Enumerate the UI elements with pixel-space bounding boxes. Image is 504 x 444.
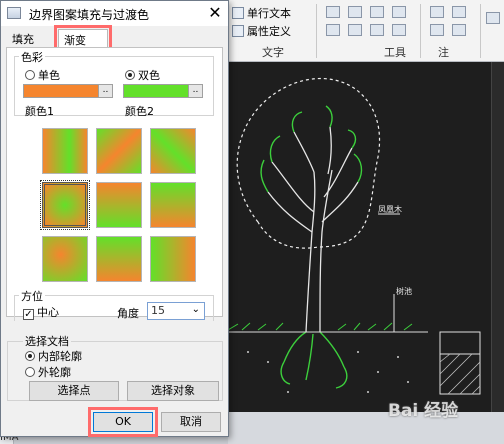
attribute-icon xyxy=(232,25,244,37)
pit-label: 树池 xyxy=(396,286,412,296)
color1-swatch[interactable]: .. xyxy=(23,84,113,98)
ok-button[interactable]: OK xyxy=(88,407,158,437)
pick-objects-button[interactable]: 选择对象 xyxy=(127,381,219,401)
color1-more-button[interactable]: .. xyxy=(98,85,112,97)
text-icon xyxy=(232,7,244,19)
pick-points-button[interactable]: 选择点 xyxy=(29,381,119,401)
angle-label: 角度 xyxy=(117,307,139,320)
tree-label: 凤凰木 xyxy=(378,204,402,214)
gradient-pattern-tile[interactable] xyxy=(96,128,142,174)
radio-on-icon xyxy=(25,351,35,361)
tab-fill[interactable]: 填充 xyxy=(7,29,43,47)
query-tool-icon[interactable] xyxy=(348,6,362,18)
color2-more-button[interactable]: .. xyxy=(188,85,202,97)
angle-select[interactable]: 15 ⌄ xyxy=(147,302,205,320)
dialog-title: 边界图案填充与过渡色 xyxy=(29,8,150,22)
text-group-label: 文字 xyxy=(262,46,284,59)
snap-tool-icon[interactable] xyxy=(452,6,466,18)
ribbon-separator xyxy=(316,4,317,58)
annotate-group-label: 注 xyxy=(438,46,449,59)
ortho-tool-icon[interactable] xyxy=(430,24,444,36)
app-icon xyxy=(7,7,21,19)
gradient-pattern-tile[interactable] xyxy=(150,182,196,228)
orientation-group-label: 方位 xyxy=(19,288,45,304)
cancel-button[interactable]: 取消 xyxy=(161,412,221,432)
grid-tool-icon[interactable] xyxy=(430,6,444,18)
radio-on-icon xyxy=(125,70,135,80)
single-line-text-button[interactable]: 单行文本 xyxy=(232,5,291,21)
gradient-pattern-tile[interactable] xyxy=(150,236,196,282)
polar-tool-icon[interactable] xyxy=(452,24,466,36)
gradient-pattern-tile[interactable] xyxy=(40,180,90,230)
gradient-pattern-tile[interactable] xyxy=(42,236,88,282)
gradient-tab-pane: 色彩 单色 双色 .. .. 颜色1 颜色2 方位 ✓ 中心 角度 15 ⌄ xyxy=(6,47,223,321)
list-tool-icon[interactable] xyxy=(370,6,384,18)
hatch-gradient-dialog: 边界图案填充与过渡色 ✕ 填充 渐变 色彩 单色 双色 .. .. 颜色1 颜色… xyxy=(0,0,229,437)
checkbox-checked-icon: ✓ xyxy=(23,309,34,320)
inner-contour-radio[interactable]: 内部轮廓 xyxy=(25,348,82,364)
color1-label: 颜色1 xyxy=(25,105,54,118)
radio-off-icon xyxy=(25,367,35,377)
single-color-radio[interactable]: 单色 xyxy=(25,67,60,83)
area-tool-icon[interactable] xyxy=(348,24,362,36)
gradient-pattern-tile[interactable] xyxy=(96,236,142,282)
attribute-definition-button[interactable]: 属性定义 xyxy=(232,23,291,39)
double-color-radio[interactable]: 双色 xyxy=(125,67,160,83)
tab-gradient[interactable]: 渐变 xyxy=(54,25,112,51)
radio-off-icon xyxy=(25,70,35,80)
color-group-label: 色彩 xyxy=(19,49,45,65)
distance-tool-icon[interactable] xyxy=(326,24,340,36)
gradient-pattern-tile[interactable] xyxy=(42,128,88,174)
layer-tool-icon[interactable] xyxy=(392,24,406,36)
id-tool-icon[interactable] xyxy=(370,24,384,36)
dialog-titlebar[interactable]: 边界图案填充与过渡色 ✕ xyxy=(1,1,228,26)
color2-swatch[interactable]: .. xyxy=(123,84,203,98)
dialog-footer: OK 取消 xyxy=(1,401,228,437)
drawing-canvas[interactable]: 凤凰木 树池 xyxy=(227,62,491,412)
color2-label: 颜色2 xyxy=(125,105,154,118)
watermark: Bai 经验 xyxy=(388,401,459,421)
close-icon[interactable]: ✕ xyxy=(205,3,225,23)
chevron-down-icon: ⌄ xyxy=(191,304,200,315)
tools-group-label: 工具 xyxy=(384,46,406,59)
center-checkbox[interactable]: ✓ 中心 xyxy=(23,304,59,320)
outer-contour-radio[interactable]: 外轮廓 xyxy=(25,364,71,380)
gradient-pattern-tile[interactable] xyxy=(96,182,142,228)
expand-icon[interactable] xyxy=(486,12,500,24)
ribbon-separator xyxy=(420,4,421,58)
tree-drawing: 凤凰木 树池 xyxy=(227,77,481,395)
measure-tool-icon[interactable] xyxy=(326,6,340,18)
calc-tool-icon[interactable] xyxy=(392,6,406,18)
canvas-scrollbar[interactable] xyxy=(491,62,504,412)
select-doc-label: 选择文档 xyxy=(23,333,71,349)
gradient-pattern-tile[interactable] xyxy=(150,128,196,174)
ribbon-separator xyxy=(480,4,481,58)
